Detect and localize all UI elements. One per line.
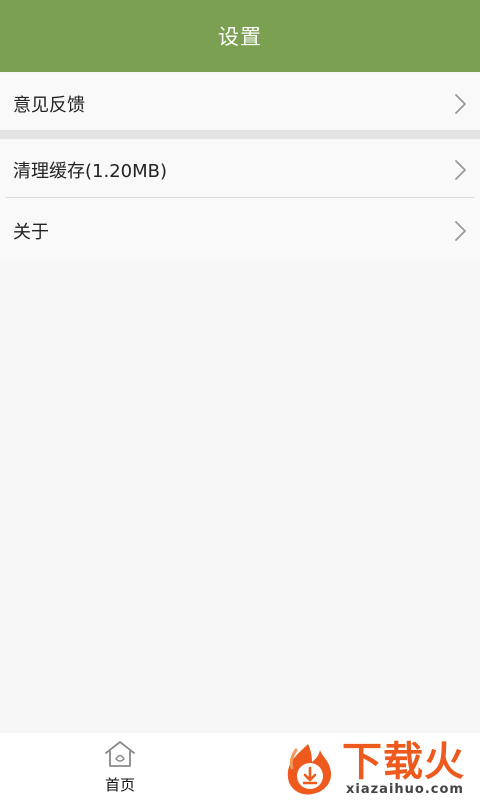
chevron-right-icon bbox=[455, 221, 466, 241]
nav-home-tab[interactable]: 首页 bbox=[90, 739, 150, 797]
page-title: 设置 bbox=[218, 25, 262, 49]
row-divider bbox=[6, 197, 474, 198]
section-separator bbox=[0, 130, 480, 139]
settings-item-feedback[interactable]: 意见反馈 bbox=[0, 74, 480, 134]
chevron-right-icon bbox=[455, 160, 466, 180]
settings-item-clear-cache[interactable]: 清理缓存(1.20MB) bbox=[0, 140, 480, 200]
settings-item-about[interactable]: 关于 bbox=[0, 201, 480, 261]
settings-item-label: 关于 bbox=[13, 222, 49, 243]
settings-screen: 设置 意见反馈 清理缓存(1.20MB) 关于 首页 下载火 xiazaihuo… bbox=[0, 0, 480, 800]
nav-home-label: 首页 bbox=[104, 776, 135, 794]
watermark-logo: 下载火 xiazaihuo.com bbox=[270, 740, 480, 800]
settings-item-label: 清理缓存(1.20MB) bbox=[13, 161, 168, 182]
settings-item-label: 意见反馈 bbox=[13, 95, 85, 116]
home-icon bbox=[105, 741, 135, 767]
chevron-right-icon bbox=[455, 94, 466, 114]
app-header: 设置 bbox=[0, 0, 480, 72]
watermark-domain: xiazaihuo.com bbox=[346, 782, 464, 797]
watermark-brand: 下载火 bbox=[342, 739, 465, 785]
flame-download-icon bbox=[287, 744, 332, 795]
